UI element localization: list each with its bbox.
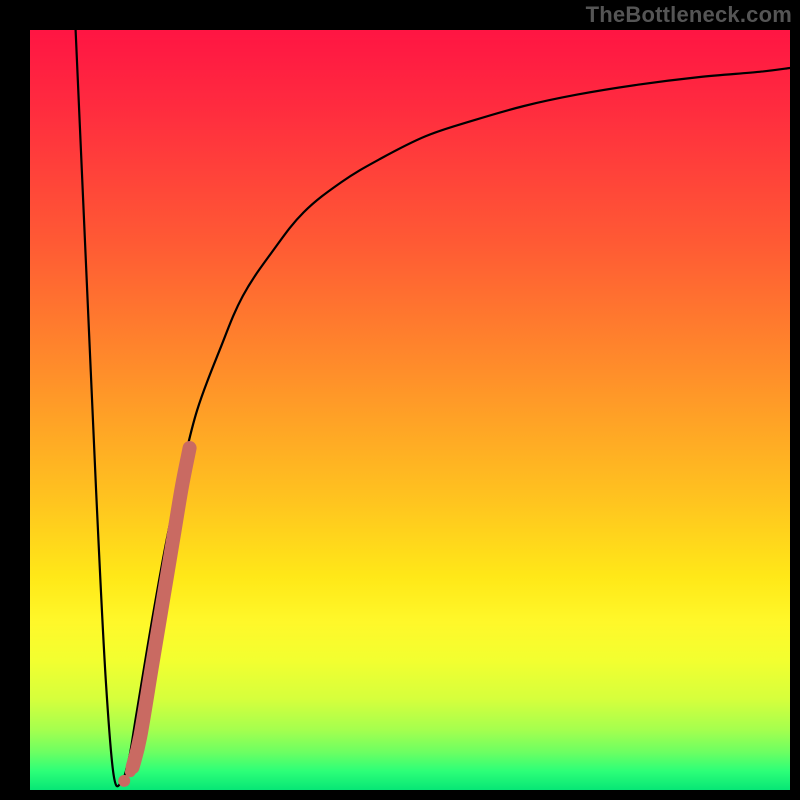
bottleneck-curve: [76, 30, 790, 786]
chart-frame: TheBottleneck.com: [0, 0, 800, 800]
watermark-label: TheBottleneck.com: [586, 2, 792, 28]
highlight-segment: [133, 448, 190, 767]
plot-area: [30, 30, 790, 790]
curve-layer: [30, 30, 790, 790]
highlight-dot: [125, 766, 136, 777]
highlight-dot: [132, 747, 142, 757]
